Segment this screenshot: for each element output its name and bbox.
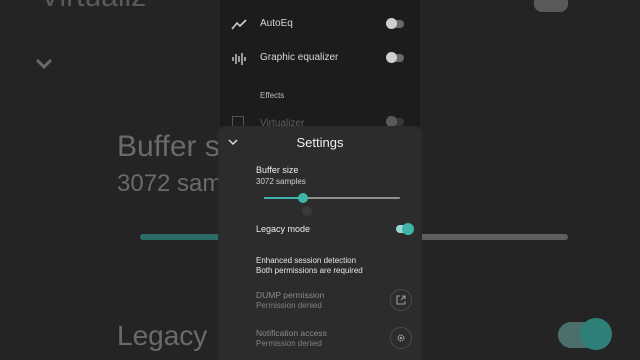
list-item-graphic-equalizer[interactable]: Graphic equalizer	[220, 42, 420, 76]
toggle-thumb	[402, 223, 414, 235]
list-item-label: Graphic equalizer	[260, 52, 339, 63]
gear-icon	[397, 334, 405, 342]
dump-permission-title: DUMP permission	[256, 290, 325, 300]
legacy-mode-label: Legacy mode	[256, 224, 311, 234]
enhanced-session-title: Enhanced session detection	[256, 256, 357, 265]
enhanced-session-subtitle: Both permissions are required	[256, 266, 363, 275]
waveform-icon	[232, 53, 246, 65]
background-buffer-value: 3072 sam	[117, 170, 223, 197]
dump-permission-button[interactable]	[390, 289, 412, 311]
background-buffer-label: Buffer si	[117, 130, 227, 163]
sheet-title: Settings	[296, 135, 344, 150]
background-top-label: Virtualiz	[40, 0, 146, 14]
notification-access-button[interactable]	[390, 327, 412, 349]
settings-sheet: Settings Buffer size 3072 samples Legacy…	[218, 126, 422, 360]
list-item-autoeq[interactable]: AutoEq	[220, 8, 420, 42]
background-legacy-label: Legacy	[117, 320, 208, 351]
legacy-mode-toggle[interactable]	[396, 223, 414, 235]
notification-access-title: Notification access	[256, 328, 327, 338]
slider-thumb[interactable]	[298, 193, 308, 203]
open-external-icon	[396, 295, 406, 305]
background-legacy-switch-thumb	[580, 318, 612, 350]
background-chevron-down-icon	[35, 58, 53, 70]
list-item-label: AutoEq	[260, 18, 293, 29]
virtualizer-toggle[interactable]	[386, 116, 404, 127]
buffer-size-value: 3072 samples	[256, 177, 306, 186]
notification-access-status: Permission denied	[256, 339, 322, 348]
touch-indicator	[302, 206, 312, 216]
trend-line-icon	[231, 19, 247, 30]
background-slider-fill	[140, 234, 220, 240]
dump-permission-status: Permission denied	[256, 301, 322, 310]
background-top-switch	[534, 0, 568, 12]
buffer-size-label: Buffer size	[256, 165, 299, 175]
autoeq-toggle[interactable]	[386, 18, 404, 29]
graphic-equalizer-toggle[interactable]	[386, 52, 404, 63]
section-header-effects: Effects	[260, 91, 285, 100]
buffer-size-slider[interactable]	[264, 192, 400, 204]
